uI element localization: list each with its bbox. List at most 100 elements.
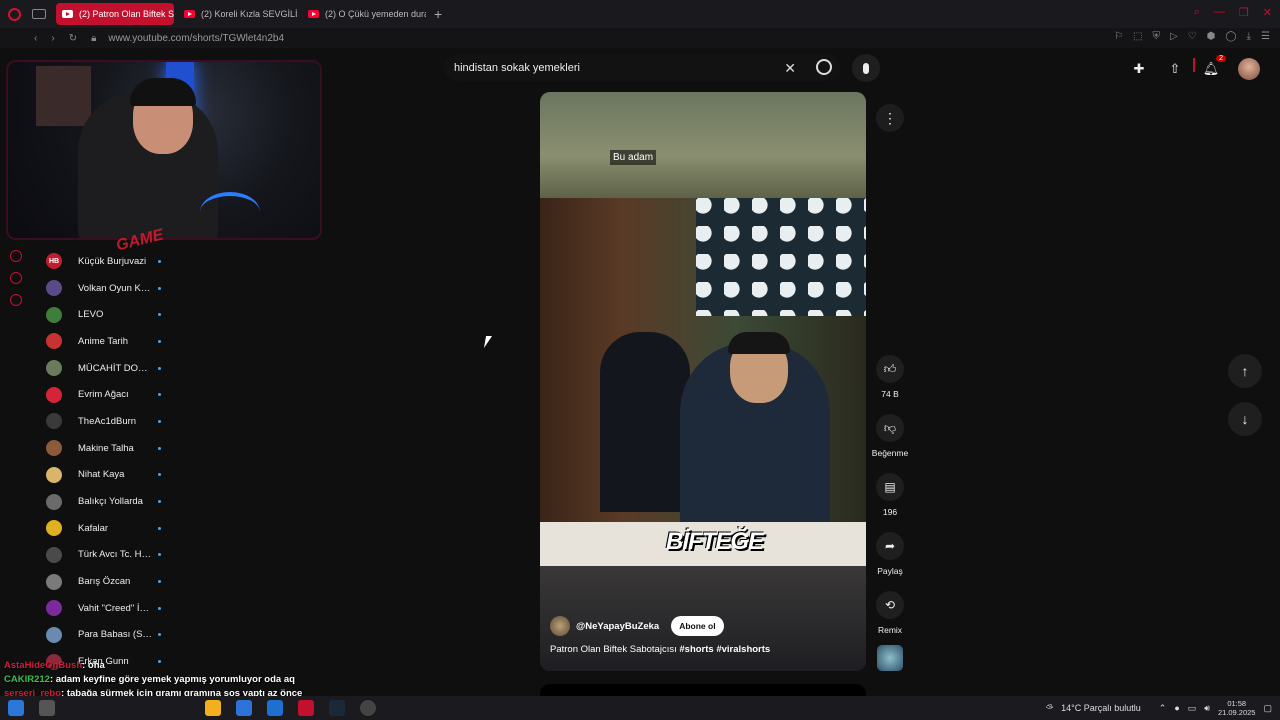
subscription-item[interactable]: Makine Talha: [46, 435, 176, 462]
player-icon[interactable]: ▷: [1170, 31, 1178, 42]
subscription-item[interactable]: TheAc1dBurn: [46, 408, 176, 435]
shorts-player[interactable]: Bu adam BİFTEĞE @NeYapayBuZeka Abone ol …: [540, 92, 866, 671]
subscription-item[interactable]: MÜCAHİT DORAY: [46, 355, 176, 382]
clear-icon[interactable]: ✕: [784, 60, 796, 77]
menu-icon[interactable]: ☰: [1261, 31, 1270, 42]
settings-icon[interactable]: [10, 294, 22, 306]
subscription-item[interactable]: HB Küçük Burjuvazi: [46, 248, 176, 275]
mouse-cursor-icon: [483, 336, 493, 348]
search-icon[interactable]: [39, 700, 55, 716]
subscription-name: Anime Tarih: [78, 335, 128, 347]
extensions-icon[interactable]: ⬢: [1207, 31, 1216, 42]
close-button[interactable]: ✕: [1263, 6, 1272, 19]
steam-icon[interactable]: [329, 700, 345, 716]
tab-3[interactable]: (2) O Çükü yemeden dura: [302, 3, 426, 25]
file-explorer-icon[interactable]: [205, 700, 221, 716]
voice-search-button[interactable]: [852, 54, 880, 82]
outlook-icon[interactable]: [267, 700, 283, 716]
subscription-item[interactable]: Barış Özcan: [46, 568, 176, 595]
messenger-icon[interactable]: [10, 250, 22, 262]
previous-short-button[interactable]: ↑: [1228, 354, 1262, 388]
profile-icon[interactable]: ◯: [1225, 31, 1236, 42]
create-icon[interactable]: ✚: [1130, 60, 1148, 78]
notifications-icon[interactable]: 🔔︎ 2: [1202, 55, 1226, 78]
mic-tray-icon[interactable]: ●: [1174, 703, 1179, 713]
channel-avatar: [46, 333, 62, 350]
weather-text[interactable]: 14°C Parçalı bulutlu: [1061, 703, 1141, 713]
chat-text: : adam keyfine göre yemek yapmış yorumlu…: [49, 674, 295, 685]
tab-2[interactable]: (2) Koreli Kızla SEVGİLİ O: [178, 3, 298, 25]
url-field[interactable]: www.youtube.com/shorts/TGWlet4n2b4: [108, 33, 284, 44]
chat-message: CAKIR212: adam keyfine göre yemek yapmış…: [4, 674, 384, 688]
subscription-item[interactable]: Türk Avcı Tc. Ha...: [46, 542, 176, 569]
back-icon[interactable]: ‹: [34, 33, 37, 44]
heart-icon[interactable]: ♡: [1188, 31, 1197, 42]
subscribe-button[interactable]: Abone ol: [671, 616, 724, 636]
subscription-item[interactable]: Balıkçı Yollarda: [46, 488, 176, 515]
forward-icon[interactable]: ›: [51, 33, 54, 44]
youtube-icon: [308, 10, 319, 18]
subscription-item[interactable]: Nihat Kaya: [46, 462, 176, 489]
volume-icon[interactable]: 🔊︎: [1204, 703, 1210, 714]
comment-button[interactable]: ▤: [876, 473, 904, 501]
subscription-item[interactable]: LEVO: [46, 301, 176, 328]
account-avatar[interactable]: [1238, 58, 1260, 80]
channel-avatar: [46, 386, 62, 403]
video-hashtags[interactable]: #shorts #viralshorts: [679, 644, 770, 655]
history-icon[interactable]: [10, 272, 22, 284]
search-box[interactable]: hindistan sokak yemekleri ✕: [444, 54, 840, 81]
subscription-name: Para Babası (Sai...: [78, 629, 154, 641]
tray-chevron-icon[interactable]: ⌃: [1159, 703, 1167, 714]
system-tray: ⛅︎ 14°C Parçalı bulutlu ⌃ ● ▭ 🔊︎ 01:58 2…: [1046, 699, 1272, 717]
new-content-dot-icon: [158, 366, 161, 370]
subscription-item[interactable]: Para Babası (Sai...: [46, 622, 176, 649]
upload-icon[interactable]: ⇧: [1166, 60, 1184, 78]
windows-taskbar: ⛅︎ 14°C Parçalı bulutlu ⌃ ● ▭ 🔊︎ 01:58 2…: [0, 696, 1280, 720]
subscription-item[interactable]: Volkan Oyun Kuv...: [46, 275, 176, 302]
subscription-item[interactable]: Vahit "Creed" İpe...: [46, 595, 176, 622]
dislike-button[interactable]: 👎︎: [876, 414, 904, 442]
subscription-name: LEVO: [78, 309, 104, 321]
workspaces-icon[interactable]: [32, 9, 46, 19]
subscription-item[interactable]: Anime Tarih: [46, 328, 176, 355]
new-content-dot-icon: [158, 526, 161, 530]
remix-button[interactable]: ⟲: [876, 591, 904, 619]
next-short-button[interactable]: ↓: [1228, 402, 1262, 436]
obs-icon[interactable]: [360, 700, 376, 716]
store-icon[interactable]: [236, 700, 252, 716]
opera-logo-icon[interactable]: [0, 0, 28, 28]
video-title[interactable]: Patron Olan Biftek Sabotajcısı #shorts #…: [550, 644, 770, 655]
download-icon[interactable]: ⤓: [1247, 31, 1251, 42]
search-input[interactable]: hindistan sokak yemekleri: [454, 62, 580, 74]
search-tabs-icon[interactable]: ⌕: [1194, 6, 1200, 19]
channel-avatar[interactable]: [550, 616, 570, 636]
start-icon[interactable]: [8, 700, 24, 716]
shield-icon[interactable]: ⛨: [1153, 31, 1161, 42]
minimize-button[interactable]: —: [1214, 6, 1225, 19]
share-button[interactable]: ➦: [876, 532, 904, 560]
like-button[interactable]: 👍︎: [876, 355, 904, 383]
video-overlay-text: BİFTEĞE: [666, 528, 764, 555]
sound-thumbnail[interactable]: [877, 645, 903, 671]
search-icon[interactable]: [816, 59, 832, 75]
subscription-item[interactable]: Evrim Ağacı: [46, 381, 176, 408]
more-options-button[interactable]: ⋮: [876, 104, 904, 132]
opera-icon[interactable]: [298, 700, 314, 716]
tab-1[interactable]: (2) Patron Olan Biftek Sab: [56, 3, 174, 25]
streamer-webcam: [6, 60, 322, 240]
subscription-item[interactable]: Kafalar: [46, 515, 176, 542]
lock-icon: 🔒︎: [91, 32, 97, 44]
bookmark-icon[interactable]: ⚐: [1114, 31, 1123, 42]
weather-icon[interactable]: ⛅︎: [1046, 703, 1053, 714]
new-tab-button[interactable]: +: [434, 6, 442, 22]
channel-name[interactable]: @NeYapayBuZeka: [576, 621, 659, 632]
snapshot-icon[interactable]: ⬚: [1133, 31, 1142, 42]
maximize-button[interactable]: ❐: [1239, 6, 1249, 19]
network-icon[interactable]: ▭: [1188, 703, 1197, 714]
opera-sidebar: [10, 250, 22, 306]
notifications-tray-icon[interactable]: ▢: [1263, 703, 1272, 714]
like-action: 👍︎ 74 B: [870, 355, 910, 408]
clock[interactable]: 01:58 21.09.2025: [1218, 699, 1256, 717]
reload-icon[interactable]: ↻: [69, 33, 77, 44]
new-content-dot-icon: [158, 553, 161, 557]
